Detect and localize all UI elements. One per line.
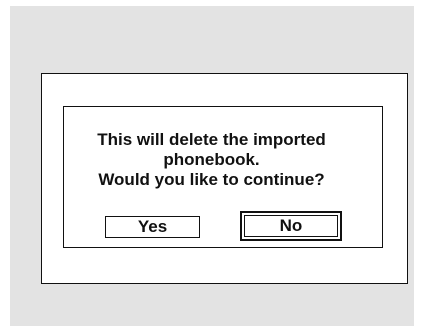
no-button-label: No bbox=[244, 215, 338, 237]
yes-button[interactable]: Yes bbox=[105, 216, 200, 238]
no-button[interactable]: No bbox=[240, 211, 342, 241]
